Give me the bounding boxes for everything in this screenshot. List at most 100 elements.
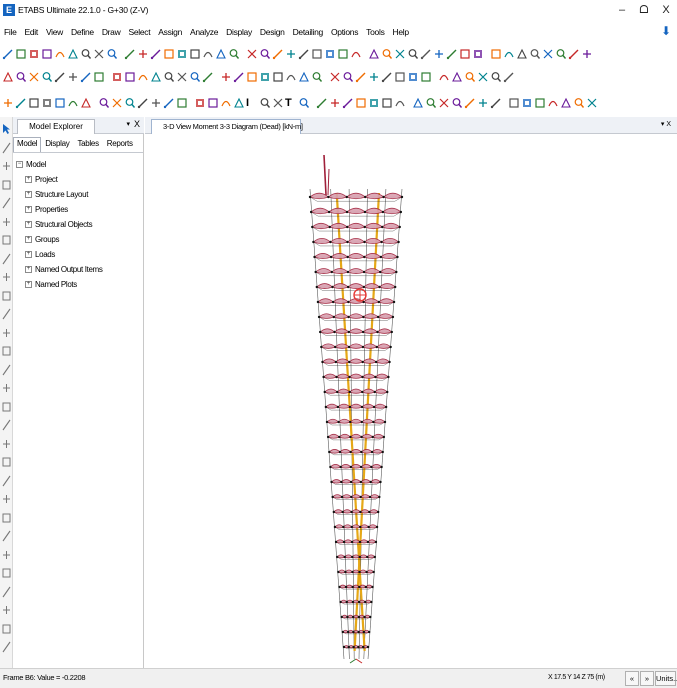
toolbar-tool-icon[interactable]: [394, 47, 406, 61]
toolbar-tool-icon[interactable]: [2, 70, 14, 84]
toolbar-tool-icon[interactable]: [41, 70, 53, 84]
draw-tool-icon[interactable]: [2, 253, 11, 265]
menu-assign[interactable]: Assign: [154, 27, 186, 37]
toolbar-tool-icon[interactable]: [220, 96, 232, 110]
toolbar-tool-icon[interactable]: [438, 70, 450, 84]
toolbar-tool-icon[interactable]: [394, 70, 406, 84]
toolbar-tool-icon[interactable]: [163, 96, 175, 110]
pointer-arrow-icon[interactable]: [2, 123, 11, 135]
toolbar-tool-icon[interactable]: [215, 47, 227, 61]
toolbar-tool-icon[interactable]: [285, 47, 297, 61]
toolbar-tool-icon[interactable]: [490, 96, 502, 110]
tree-node-named-plots[interactable]: + Named Plots: [16, 277, 141, 292]
toolbar-tool-icon[interactable]: [150, 70, 162, 84]
tab-tables[interactable]: Tables: [73, 137, 102, 153]
toolbar-tool-icon[interactable]: [433, 47, 445, 61]
toolbar-tool-icon[interactable]: [272, 70, 284, 84]
expand-icon[interactable]: +: [25, 266, 32, 273]
toolbar-tool-icon[interactable]: [67, 70, 79, 84]
toolbar-tool-icon[interactable]: [98, 96, 110, 110]
toolbar-tool-icon[interactable]: [220, 70, 232, 84]
toolbar-tool-icon[interactable]: [412, 96, 424, 110]
toolbar-tool-icon[interactable]: [111, 96, 123, 110]
draw-tool-icon[interactable]: [2, 364, 11, 376]
toolbar-tool-icon[interactable]: [298, 47, 310, 61]
toolbar-tool-icon[interactable]: [329, 70, 341, 84]
draw-tool-icon[interactable]: [2, 475, 11, 487]
toolbar-tool-icon[interactable]: [137, 47, 149, 61]
menu-options[interactable]: Options: [327, 27, 362, 37]
toolbar-tool-icon[interactable]: [67, 96, 79, 110]
expand-icon[interactable]: +: [25, 176, 32, 183]
toolbar-tool-icon[interactable]: [420, 47, 432, 61]
toolbar-tool-icon[interactable]: [189, 47, 201, 61]
toolbar-tool-icon[interactable]: [490, 70, 502, 84]
toolbar-tool-icon[interactable]: [106, 47, 118, 61]
collapse-icon[interactable]: −: [16, 161, 23, 168]
download-pin-icon[interactable]: ⬇: [660, 24, 672, 38]
toolbar-tool-icon[interactable]: [41, 96, 53, 110]
toolbar-tool-icon[interactable]: [80, 47, 92, 61]
draw-tool-icon[interactable]: [2, 142, 11, 154]
draw-tool-icon[interactable]: [2, 623, 11, 635]
draw-tool-icon[interactable]: [2, 641, 11, 653]
menu-define[interactable]: Define: [67, 27, 98, 37]
draw-tool-icon[interactable]: [2, 179, 11, 191]
draw-tool-icon[interactable]: [2, 327, 11, 339]
toolbar-tool-icon[interactable]: [547, 96, 559, 110]
toolbar-tool-icon[interactable]: [490, 47, 502, 61]
toolbar-tool-icon[interactable]: [137, 96, 149, 110]
toolbar-tool-icon[interactable]: [420, 70, 432, 84]
toolbar-tool-icon[interactable]: [472, 47, 484, 61]
toolbar-tool-icon[interactable]: [194, 96, 206, 110]
tree-node-loads[interactable]: + Loads: [16, 247, 141, 262]
menu-draw[interactable]: Draw: [98, 27, 125, 37]
toolbar-tool-icon[interactable]: [508, 96, 520, 110]
toolbar-tool-icon[interactable]: [176, 47, 188, 61]
toolbar-tool-icon[interactable]: [529, 47, 541, 61]
toolbar-tool-icon[interactable]: [259, 96, 271, 110]
toolbar-tool-icon[interactable]: [342, 70, 354, 84]
toolbar-tool-icon[interactable]: [124, 70, 136, 84]
draw-tool-icon[interactable]: [2, 549, 11, 561]
toolbar-tool-icon[interactable]: [381, 96, 393, 110]
toolbar-tool-icon[interactable]: [560, 96, 572, 110]
t-section-icon[interactable]: T: [285, 96, 297, 110]
toolbar-tool-icon[interactable]: [446, 47, 458, 61]
toolbar-tool-icon[interactable]: [503, 70, 515, 84]
toolbar-tool-icon[interactable]: [459, 47, 471, 61]
toolbar-tool-icon[interactable]: [503, 47, 515, 61]
model-view-canvas[interactable]: [145, 134, 677, 668]
toolbar-tool-icon[interactable]: [259, 70, 271, 84]
expand-icon[interactable]: +: [25, 221, 32, 228]
tree-node-model[interactable]: − Model: [16, 157, 141, 172]
toolbar-tool-icon[interactable]: [54, 96, 66, 110]
toolbar-tool-icon[interactable]: [329, 96, 341, 110]
expand-icon[interactable]: +: [25, 281, 32, 288]
minimize-button[interactable]: –: [611, 0, 633, 20]
toolbar-tool-icon[interactable]: [54, 47, 66, 61]
toolbar-tool-icon[interactable]: [311, 70, 323, 84]
toolbar-tool-icon[interactable]: [2, 96, 14, 110]
expand-icon[interactable]: +: [25, 191, 32, 198]
next-button[interactable]: »: [640, 671, 654, 686]
toolbar-tool-icon[interactable]: [368, 96, 380, 110]
toolbar-tool-icon[interactable]: [316, 96, 328, 110]
toolbar-tool-icon[interactable]: [41, 47, 53, 61]
toolbar-tool-icon[interactable]: [573, 96, 585, 110]
toolbar-tool-icon[interactable]: [28, 70, 40, 84]
draw-tool-icon[interactable]: [2, 290, 11, 302]
structure-3d-model[interactable]: [145, 134, 677, 668]
toolbar-tool-icon[interactable]: [355, 70, 367, 84]
toolbar-tool-icon[interactable]: [28, 47, 40, 61]
toolbar-tool-icon[interactable]: [93, 70, 105, 84]
toolbar-tool-icon[interactable]: [15, 70, 27, 84]
menu-display[interactable]: Display: [222, 27, 256, 37]
toolbar-tool-icon[interactable]: [342, 96, 354, 110]
toolbar-tool-icon[interactable]: [176, 70, 188, 84]
toolbar-tool-icon[interactable]: [15, 47, 27, 61]
menu-select[interactable]: Select: [124, 27, 154, 37]
toolbar-tool-icon[interactable]: [464, 96, 476, 110]
tree-node-groups[interactable]: + Groups: [16, 232, 141, 247]
draw-tool-icon[interactable]: [2, 271, 11, 283]
